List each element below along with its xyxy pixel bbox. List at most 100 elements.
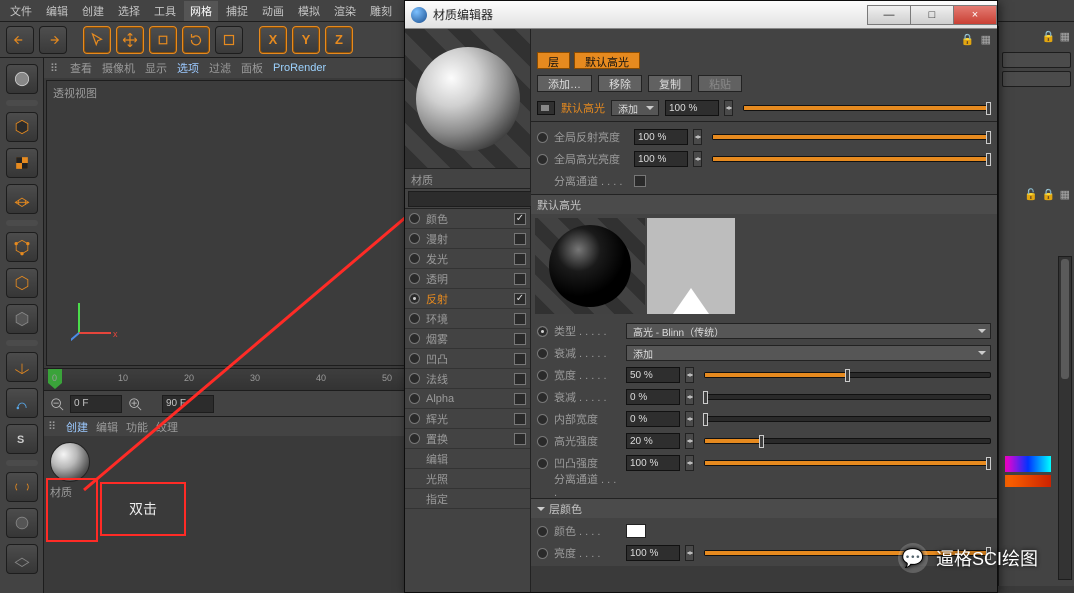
channel-alpha[interactable]: Alpha — [426, 393, 508, 405]
locked-workplane-icon[interactable] — [6, 544, 38, 574]
rotate-tool[interactable] — [182, 26, 210, 54]
channel-radio[interactable] — [409, 273, 420, 284]
channel-checkbox[interactable] — [514, 433, 526, 445]
vp-menu-display[interactable]: 显示 — [145, 60, 167, 76]
frame-start-field[interactable] — [70, 395, 122, 413]
select-tool[interactable] — [83, 26, 111, 54]
texture-mode-icon[interactable] — [6, 148, 38, 178]
menu-icon[interactable]: ▦ — [1060, 188, 1070, 201]
color-gradient[interactable] — [1005, 456, 1051, 472]
param-radio[interactable] — [537, 548, 548, 559]
menu-edit[interactable]: 编辑 — [40, 1, 74, 21]
innerwidth-slider[interactable] — [704, 416, 991, 422]
axis-y-toggle[interactable]: Y — [292, 26, 320, 54]
param-radio[interactable] — [537, 370, 548, 381]
vp-menu-prorender[interactable]: ProRender — [273, 62, 326, 74]
scale-tool[interactable] — [149, 26, 177, 54]
param-radio[interactable] — [537, 326, 548, 337]
paste-layer-button[interactable]: 粘贴 — [698, 75, 742, 92]
snap-toggle-icon[interactable]: S — [6, 424, 38, 454]
channel-color[interactable]: 颜色 — [426, 211, 508, 227]
channel-fog[interactable]: 烟雾 — [426, 331, 508, 347]
tab-default[interactable]: 默认高光 — [574, 52, 640, 69]
channel-radio[interactable] — [409, 353, 420, 364]
channel-radio[interactable] — [409, 393, 420, 404]
undo-button[interactable] — [6, 26, 34, 54]
minimize-button[interactable]: — — [867, 5, 911, 25]
panel-grip-icon[interactable]: ⠿ — [48, 420, 58, 433]
axis-z-toggle[interactable]: Z — [325, 26, 353, 54]
separate-channel-checkbox[interactable] — [634, 175, 646, 187]
collapse-icon[interactable] — [537, 507, 545, 515]
channel-radio[interactable] — [409, 213, 420, 224]
channel-illum[interactable]: 光照 — [426, 471, 526, 487]
global-refl-slider[interactable] — [712, 134, 991, 140]
tab-layer[interactable]: 层 — [537, 52, 570, 69]
channel-assign[interactable]: 指定 — [426, 491, 526, 507]
channel-checkbox[interactable] — [514, 413, 526, 425]
param-radio[interactable] — [537, 458, 548, 469]
viewport-solo-icon[interactable] — [6, 508, 38, 538]
menu-file[interactable]: 文件 — [4, 1, 38, 21]
specstr-slider[interactable] — [704, 438, 991, 444]
stepper[interactable] — [685, 367, 694, 383]
menu-icon[interactable]: ▦ — [1060, 30, 1070, 43]
width-field[interactable]: 50 % — [626, 367, 680, 383]
close-button[interactable]: × — [953, 5, 997, 25]
channel-reflect[interactable]: 反射 — [426, 291, 508, 307]
channel-checkbox[interactable] — [514, 333, 526, 345]
stepper[interactable] — [724, 100, 733, 116]
channel-checkbox[interactable] — [514, 393, 526, 405]
specstr-field[interactable]: 20 % — [626, 433, 680, 449]
param-radio[interactable] — [537, 436, 548, 447]
channel-diffuse[interactable]: 漫射 — [426, 231, 508, 247]
lock-icon[interactable]: 🔒 — [961, 33, 975, 46]
material-thumbnail[interactable] — [50, 442, 90, 482]
blend-amount-field[interactable]: 100 % — [665, 100, 719, 116]
add-layer-button[interactable]: 添加… — [537, 75, 592, 92]
move-tool[interactable] — [116, 26, 144, 54]
menu-sculpt[interactable]: 雕刻 — [364, 1, 398, 21]
menu-sim[interactable]: 模拟 — [292, 1, 326, 21]
stepper[interactable] — [693, 129, 702, 145]
copy-layer-button[interactable]: 复制 — [648, 75, 692, 92]
make-editable-icon[interactable] — [6, 64, 38, 94]
point-mode-icon[interactable] — [6, 232, 38, 262]
matmenu-tex[interactable]: 纹理 — [156, 419, 178, 435]
stepper[interactable] — [693, 151, 702, 167]
vp-menu-camera[interactable]: 摄像机 — [102, 60, 135, 76]
global-spec-slider[interactable] — [712, 156, 991, 162]
channel-radio[interactable] — [409, 413, 420, 424]
tweak-mode-icon[interactable] — [6, 388, 38, 418]
channel-normal[interactable]: 法线 — [426, 371, 508, 387]
param-radio[interactable] — [537, 154, 548, 165]
stepper[interactable] — [685, 545, 694, 561]
layer-thumb-icon[interactable] — [537, 101, 555, 115]
vp-menu-view[interactable]: 查看 — [70, 60, 92, 76]
vp-menu-filter[interactable]: 过滤 — [209, 60, 231, 76]
axis-x-toggle[interactable]: X — [259, 26, 287, 54]
width-slider[interactable] — [704, 372, 991, 378]
type-dropdown[interactable]: 高光 - Blinn（传统） — [626, 323, 991, 339]
zoom-out-icon[interactable] — [48, 395, 66, 413]
channel-checkbox[interactable] — [514, 253, 526, 265]
param-radio[interactable] — [537, 526, 548, 537]
channel-checkbox[interactable] — [514, 373, 526, 385]
stepper[interactable] — [685, 433, 694, 449]
menu-snap[interactable]: 捕捉 — [220, 1, 254, 21]
channel-radio[interactable] — [409, 253, 420, 264]
layer-color-header[interactable]: 层颜色 — [531, 498, 997, 518]
menu-create[interactable]: 创建 — [76, 1, 110, 21]
menu-tools[interactable]: 工具 — [148, 1, 182, 21]
innerwidth-field[interactable]: 0 % — [626, 411, 680, 427]
channel-checkbox[interactable] — [514, 313, 526, 325]
param-radio[interactable] — [537, 132, 548, 143]
channel-radio[interactable] — [409, 313, 420, 324]
panel-grip-icon[interactable]: ⠿ — [50, 62, 60, 75]
channel-transp[interactable]: 透明 — [426, 271, 508, 287]
brightness-field[interactable]: 100 % — [626, 545, 680, 561]
stepper[interactable] — [685, 411, 694, 427]
falloff-field[interactable]: 0 % — [626, 389, 680, 405]
specular-header[interactable]: 默认高光 — [531, 194, 997, 214]
lock-icon[interactable]: 🔒 — [1042, 30, 1056, 43]
